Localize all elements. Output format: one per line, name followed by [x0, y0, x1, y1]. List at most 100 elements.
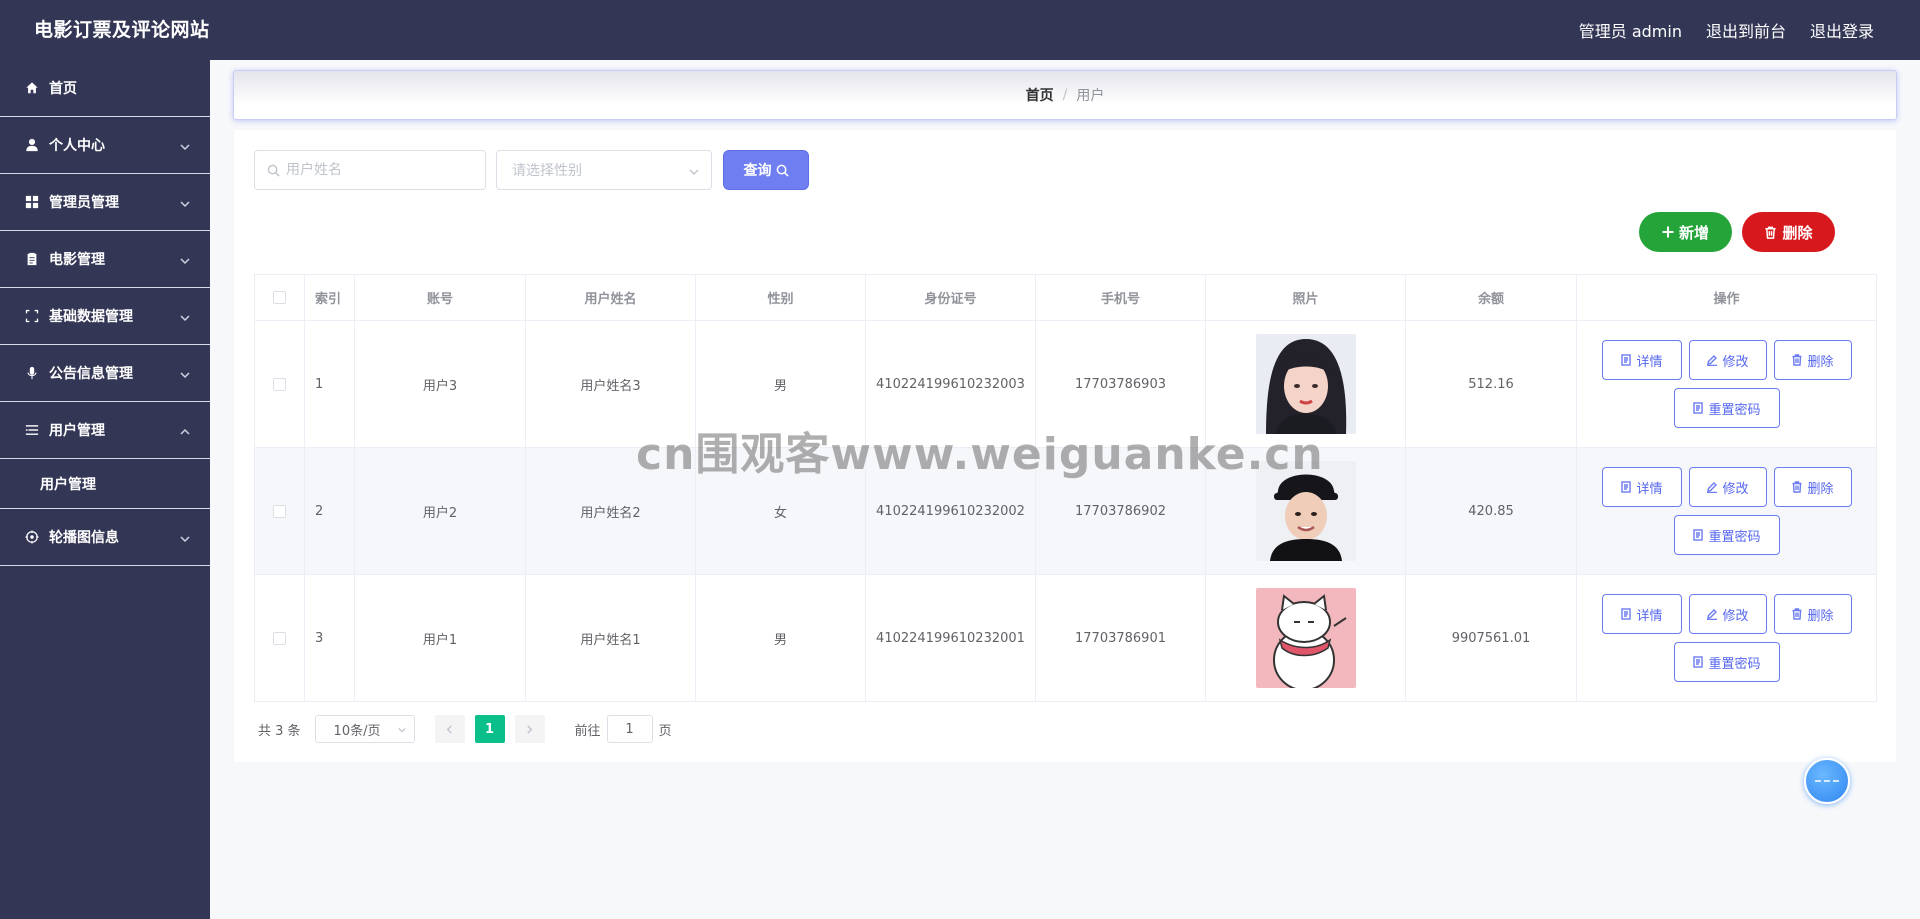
reset-password-button[interactable]: 重置密码: [1673, 388, 1780, 428]
chevron-left-icon: [446, 724, 452, 734]
cell-gender: 女: [695, 447, 866, 575]
document-icon: [1621, 481, 1632, 493]
sidebar-item-personal-center[interactable]: 个人中心: [0, 117, 210, 174]
cell-gender: 男: [695, 320, 866, 448]
user-name-input[interactable]: [286, 162, 476, 178]
cell-index: 1: [304, 320, 355, 448]
edit-button[interactable]: 修改: [1688, 594, 1767, 634]
cell-account: 用户3: [354, 320, 526, 448]
delete-button-label: 删除: [1782, 223, 1813, 242]
site-title: 电影订票及评论网站: [34, 19, 210, 41]
breadcrumb-home[interactable]: 首页: [1026, 85, 1054, 105]
sidebar-item-label: 基础数据管理: [49, 309, 133, 325]
pagination: 共 3 条 10条/页 1 前往 页: [258, 714, 672, 744]
row-checkbox[interactable]: [273, 377, 286, 391]
trash-icon: [1765, 226, 1777, 239]
user-icon: [24, 137, 40, 153]
cell-phone: 17703786902: [1035, 447, 1206, 575]
cell-operations: 详情 修改 删除 重置密码: [1576, 320, 1877, 448]
user-photo-girl[interactable]: [1255, 334, 1356, 434]
gender-select[interactable]: 请选择性别: [496, 150, 712, 190]
sidebar-item-admin-management[interactable]: 管理员管理: [0, 174, 210, 231]
user-name-search[interactable]: [254, 150, 486, 190]
detail-button-label: 详情: [1636, 354, 1663, 370]
cell-name: 用户姓名2: [525, 447, 696, 575]
exit-to-frontend-link[interactable]: 退出到前台: [1706, 18, 1786, 42]
breadcrumb-current: 用户: [1076, 88, 1105, 104]
next-page-button[interactable]: [514, 715, 545, 743]
edit-icon: [1707, 355, 1718, 366]
chevron-down-icon: [180, 254, 190, 265]
query-button[interactable]: 查询: [723, 150, 809, 190]
breadcrumb: 首页 / 用户: [233, 70, 1897, 120]
goto-page-input[interactable]: [606, 715, 653, 743]
sidebar-item-label: 管理员管理: [49, 195, 119, 211]
sidebar-item-label: 个人中心: [49, 138, 105, 154]
column-header: 手机号: [1035, 274, 1206, 321]
prev-page-button[interactable]: [434, 715, 465, 743]
user-photo-boy[interactable]: [1255, 461, 1356, 561]
query-button-label: 查询: [743, 163, 772, 179]
cell-account: 用户1: [354, 574, 526, 702]
sidebar-item-label: 电影管理: [49, 252, 105, 268]
delete-button[interactable]: 删除: [1773, 467, 1852, 507]
admin-label: 管理员 admin: [1578, 22, 1682, 41]
document-icon: [1693, 402, 1704, 414]
sidebar-item-notice-management[interactable]: 公告信息管理: [0, 345, 210, 402]
table-row: 2 用户2 用户姓名2 女 410224199610232002 1770378…: [254, 447, 1877, 575]
search-icon: [267, 164, 280, 177]
chevron-down-icon: [689, 165, 699, 176]
detail-button[interactable]: 详情: [1601, 467, 1682, 507]
cell-phone: 17703786903: [1035, 320, 1206, 448]
detail-button[interactable]: 详情: [1601, 340, 1682, 380]
delete-button[interactable]: 删除: [1773, 594, 1852, 634]
chevron-down-icon: [180, 140, 190, 151]
chevron-down-icon: [180, 311, 190, 322]
page-size-value: 10条/页: [333, 723, 381, 739]
header-actions: 管理员 admin 退出到前台 退出登录: [1579, 0, 1874, 60]
sidebar-item-home[interactable]: 首页: [0, 60, 210, 117]
column-header: 照片: [1205, 274, 1406, 321]
edit-button[interactable]: 修改: [1688, 340, 1767, 380]
row-select-cell: [254, 320, 305, 448]
row-checkbox[interactable]: [273, 631, 286, 645]
edit-button[interactable]: 修改: [1688, 467, 1767, 507]
user-photo-cartoon-cat[interactable]: [1255, 588, 1356, 688]
row-checkbox[interactable]: [273, 504, 286, 518]
submenu-item-user-management[interactable]: 用户管理: [0, 459, 210, 509]
logout-link[interactable]: 退出登录: [1810, 18, 1874, 42]
select-all-checkbox[interactable]: [273, 291, 286, 304]
cell-balance: 420.85: [1405, 447, 1577, 575]
floating-action-button[interactable]: [1804, 758, 1850, 804]
sidebar: 首页 个人中心 管理员管理 电影管理 基础数据管理 公告信息管理 用户管理 用户…: [0, 60, 210, 919]
sidebar-item-user-management[interactable]: 用户管理: [0, 402, 210, 459]
cell-name: 用户姓名1: [525, 574, 696, 702]
page-number-current[interactable]: 1: [474, 715, 505, 743]
reset-password-button[interactable]: 重置密码: [1673, 642, 1780, 682]
sidebar-item-carousel-info[interactable]: 轮播图信息: [0, 509, 210, 566]
grid-icon: [24, 194, 40, 210]
reset-password-button[interactable]: 重置密码: [1673, 515, 1780, 555]
batch-delete-button[interactable]: 删除: [1742, 212, 1835, 252]
document-icon: [1693, 529, 1704, 541]
chevron-up-icon: [180, 425, 190, 435]
document-icon: [1621, 354, 1632, 366]
cell-photo: [1205, 447, 1406, 575]
top-header: 电影订票及评论网站 管理员 admin 退出到前台 退出登录: [0, 0, 1920, 60]
delete-button-label: 删除: [1807, 354, 1834, 370]
cell-balance: 9907561.01: [1405, 574, 1577, 702]
reset-password-button-label: 重置密码: [1708, 529, 1761, 545]
sidebar-item-label: 轮播图信息: [49, 530, 119, 546]
sidebar-item-basic-data-management[interactable]: 基础数据管理: [0, 288, 210, 345]
chevron-down-icon: [180, 368, 190, 379]
trash-icon: [1792, 481, 1802, 493]
delete-button[interactable]: 删除: [1773, 340, 1852, 380]
table-row: 1 用户3 用户姓名3 男 410224199610232003 1770378…: [254, 320, 1877, 448]
sidebar-item-label: 首页: [49, 81, 77, 97]
detail-button[interactable]: 详情: [1601, 594, 1682, 634]
sidebar-item-movie-management[interactable]: 电影管理: [0, 231, 210, 288]
column-header: 账号: [354, 274, 526, 321]
page-size-select[interactable]: 10条/页: [314, 715, 415, 743]
add-button[interactable]: 新增: [1639, 212, 1732, 252]
cell-photo: [1205, 574, 1406, 702]
